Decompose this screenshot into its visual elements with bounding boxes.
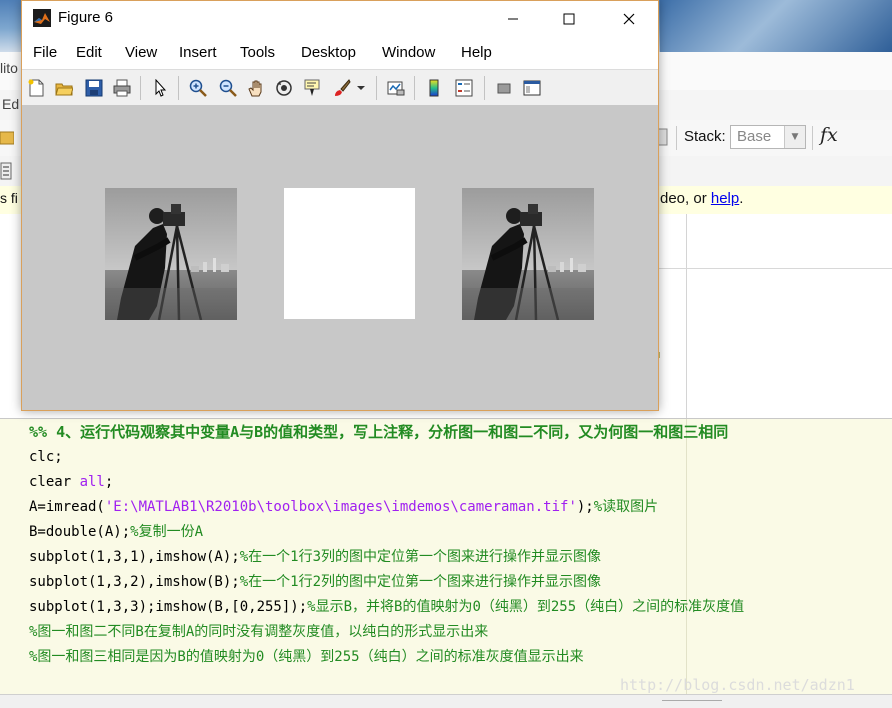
colorbar-icon[interactable] [424,78,444,98]
subplot-3-image[interactable] [462,188,594,320]
code-line[interactable]: clc; [29,445,892,470]
desktop-wallpaper-sky [660,0,892,52]
menu-file[interactable]: File [33,44,57,61]
code-token: clc; [29,449,63,465]
menu-insert[interactable]: Insert [179,44,217,61]
info-bar-suffix: . [739,190,744,207]
watermark: http://blog.csdn.net/adzn1 [620,676,855,694]
open-file-icon[interactable] [54,78,74,98]
info-bar-text: deo, or help. [660,190,743,207]
menubar-cut-text: lito [0,60,18,76]
stack-select-value: Base [737,128,772,145]
info-bar-cut-text: s fi [0,190,18,206]
editor-tab-cut-text: Ed [2,96,20,112]
info-bar-prefix: deo, or [660,190,711,207]
figure-window[interactable]: Figure 6 File Edit View Insert Tools Des… [21,0,659,411]
toolbar-separator [376,76,377,100]
rotate-3d-icon[interactable] [274,78,294,98]
figure-title: Figure 6 [58,9,114,26]
panel-divider [658,268,892,269]
figure-titlebar[interactable]: Figure 6 [22,1,658,37]
subplot-1-image[interactable] [105,188,237,320]
code-token: %在一个1行3列的图中定位第一个图来进行操作并显示图像 [239,549,602,565]
panel-splitter[interactable] [686,214,687,419]
menu-desktop[interactable]: Desktop [301,44,356,61]
close-icon [623,13,635,25]
menu-window[interactable]: Window [382,44,435,61]
code-token: %% 4、运行代码观察其中变量A与B的值和类型，写上注释，分析图一和图二不同，又… [29,423,729,441]
code-token: subplot(1,3,1),imshow(A); [29,549,240,565]
toolbar-separator [140,76,141,100]
brush-icon[interactable] [332,78,352,98]
code-lines[interactable]: %% 4、运行代码观察其中变量A与B的值和类型，写上注释，分析图一和图二不同，又… [29,420,892,670]
code-line[interactable]: A=imread('E:\MATLAB1\R2010b\toolbox\imag… [29,495,892,520]
toolbar-separator [414,76,415,100]
code-token: %图一和图二不同B在复制A的同时没有调整灰度值，以纯白的形式显示出来 [29,624,489,640]
menu-view[interactable]: View [125,44,157,61]
print-icon[interactable] [112,78,132,98]
subplot-2-image[interactable] [284,188,415,319]
code-line[interactable]: subplot(1,3,1),imshow(A);%在一个1行3列的图中定位第一… [29,545,892,570]
toolbar-separator [812,126,813,150]
maximize-button[interactable] [546,1,592,37]
code-token: %在一个1行2列的图中定位第一个图来进行操作并显示图像 [239,574,602,590]
hide-plot-tools-icon[interactable] [494,78,514,98]
help-link[interactable]: help [711,190,739,207]
toolbar-separator [676,126,677,150]
folder-icon[interactable] [0,128,14,146]
code-token: %图一和图三相同是因为B的值映射为0（纯黑）到255（纯白）之间的标准灰度值显示… [29,649,584,665]
toolbar-separator [178,76,179,100]
code-line[interactable]: subplot(1,3,3);imshow(B,[0,255]);%显示B，并将… [29,595,892,620]
menu-edit[interactable]: Edit [76,44,102,61]
matlab-logo-icon [33,9,51,27]
save-icon[interactable] [84,78,104,98]
code-line[interactable]: clear all; [29,470,892,495]
code-token: 'E:\MATLAB1\R2010b\toolbox\images\imdemo… [104,499,577,515]
code-line[interactable]: %% 4、运行代码观察其中变量A与B的值和类型，写上注释，分析图一和图二不同，又… [29,420,892,445]
code-token: ); [576,499,594,515]
link-plot-icon[interactable] [386,78,406,98]
code-line[interactable]: subplot(1,3,2),imshow(B);%在一个1行2列的图中定位第一… [29,570,892,595]
data-cursor-icon[interactable] [302,78,322,98]
figure-toolbar [22,69,658,107]
zoom-in-icon[interactable] [188,78,208,98]
code-token: all [79,474,105,490]
legend-icon[interactable] [454,78,474,98]
edit-plot-arrow-icon[interactable] [150,78,170,98]
figure-canvas[interactable] [22,105,658,410]
code-token: A=imread( [29,499,105,515]
code-token: subplot(1,3,3);imshow(B,[0,255]); [29,599,308,615]
menu-help[interactable]: Help [461,44,492,61]
toolbar-separator [484,76,485,100]
maximize-icon [563,13,575,25]
close-button[interactable] [606,1,652,37]
code-token: B=double(A); [29,524,131,540]
code-token: %读取图片 [593,499,659,515]
code-line[interactable]: %图一和图三相同是因为B的值映射为0（纯黑）到255（纯白）之间的标准灰度值显示… [29,645,892,670]
code-token: ; [104,474,114,490]
code-token: clear [29,474,80,490]
brush-dropdown-icon[interactable] [356,78,366,98]
figure-menubar: File Edit View Insert Tools Desktop Wind… [22,37,658,93]
chevron-down-icon: ▼ [784,126,805,148]
menu-tools[interactable]: Tools [240,44,275,61]
minimize-icon [508,18,518,20]
code-line[interactable]: B=double(A);%复制一份A [29,520,892,545]
show-plot-tools-icon[interactable] [522,78,542,98]
stack-select[interactable]: Base ▼ [730,125,806,149]
zoom-out-icon[interactable] [218,78,238,98]
pan-hand-icon[interactable] [246,78,266,98]
code-line[interactable]: %图一和图二不同B在复制A的同时没有调整灰度值，以纯白的形式显示出来 [29,620,892,645]
code-token: %复制一份A [130,524,204,540]
code-token: subplot(1,3,2),imshow(B); [29,574,240,590]
editor-status-area [0,694,892,708]
minimize-button[interactable] [490,1,536,37]
new-figure-icon[interactable] [26,78,46,98]
code-token: %显示B，并将B的值映射为0（纯黑）到255（纯白）之间的标准灰度值 [307,599,745,615]
function-browser-button[interactable]: fx [820,124,838,146]
stack-label: Stack: [684,128,726,145]
cell-mode-icon[interactable] [0,162,12,180]
